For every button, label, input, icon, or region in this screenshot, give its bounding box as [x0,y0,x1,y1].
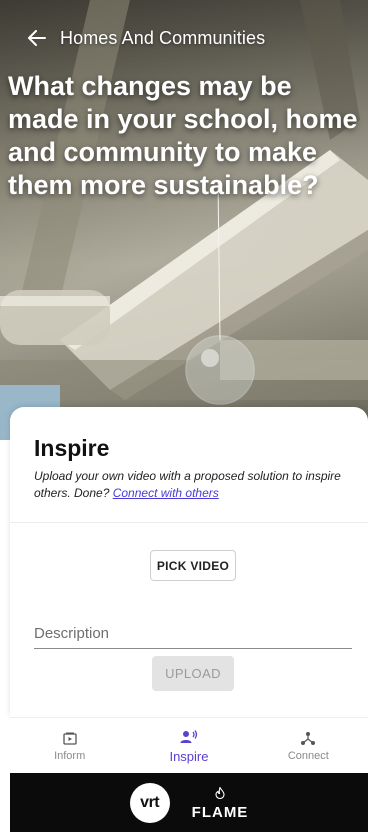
upload-button[interactable]: UPLOAD [152,656,234,691]
card-description: Upload your own video with a proposed so… [34,468,344,502]
flame-logo: FLAME [191,785,249,821]
hero-question: What changes may be made in your school,… [8,71,358,200]
flame-icon [215,785,225,804]
play-screen-icon [61,729,79,747]
ceiling-photo [0,0,368,440]
hero-image: Homes And Communities What changes may b… [0,0,368,440]
nav-label-inspire: Inspire [169,748,209,764]
speaking-person-icon [180,728,198,746]
nav-label-inform: Inform [54,750,86,762]
network-icon [299,729,317,747]
bottom-nav: Inform Inspire Connect [10,717,368,773]
nav-item-inform[interactable]: Inform [10,718,129,773]
page-title: Homes And Communities [60,27,266,48]
card-title: Inspire [34,435,110,461]
arrow-left-icon[interactable] [26,27,48,49]
flame-wordmark: FLAME [191,804,249,821]
nav-label-connect: Connect [287,750,329,762]
card-header: Inspire Upload your own video with a pro… [10,407,368,523]
top-bar: Homes And Communities [0,20,368,56]
vrt-logo: vrt [129,782,170,823]
nav-item-inspire[interactable]: Inspire [129,718,248,773]
inspire-card: Inspire Upload your own video with a pro… [10,407,368,717]
nav-item-connect[interactable]: Connect [249,718,368,773]
description-input[interactable] [34,619,352,649]
pick-video-button[interactable]: PICK VIDEO [150,550,236,581]
connect-with-others-link[interactable]: Connect with others [113,486,219,500]
footer-branding: vrt FLAME [10,773,368,832]
